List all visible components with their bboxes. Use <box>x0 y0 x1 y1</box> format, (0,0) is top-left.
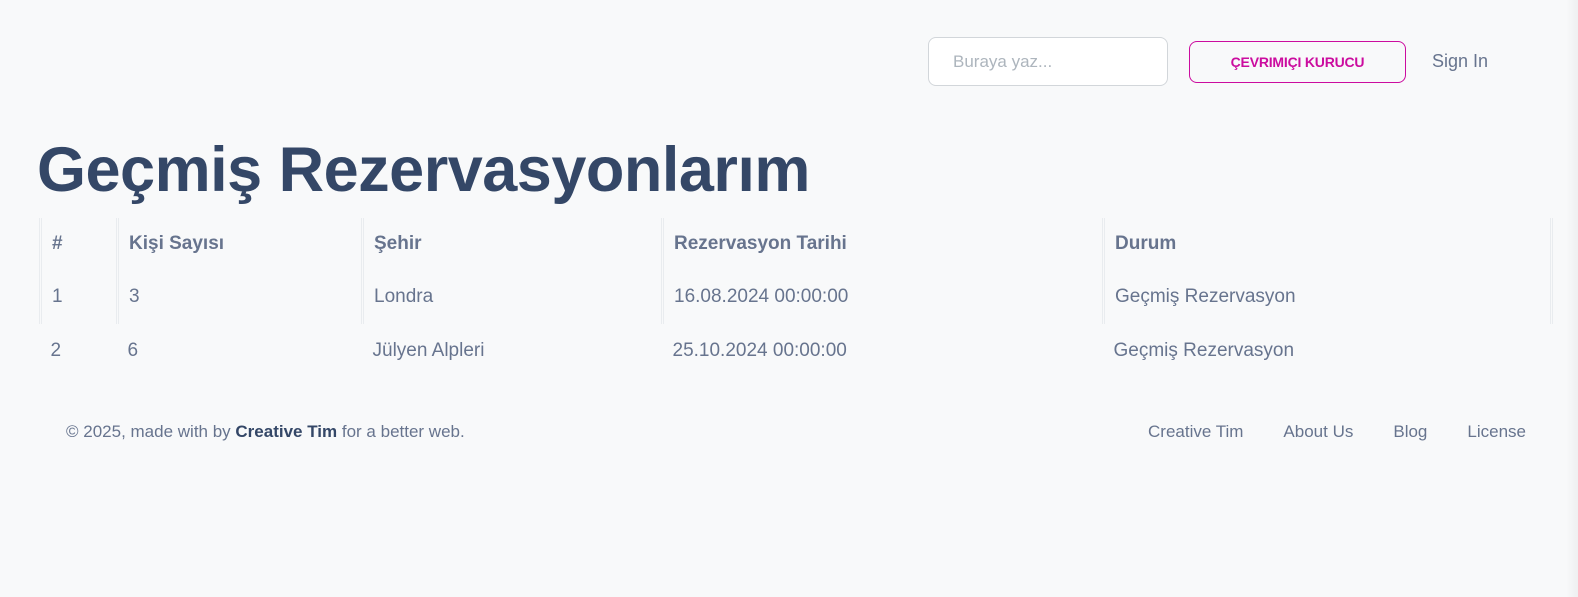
header-kisi-sayisi: Kişi Sayısı <box>116 218 363 270</box>
reservations-table-container: # Kişi Sayısı Şehir Rezervasyon Tarihi D… <box>39 218 1553 378</box>
cell-sehir: Londra <box>361 270 663 324</box>
footer-link-blog[interactable]: Blog <box>1393 422 1427 442</box>
cell-durum: Geçmiş Rezervasyon <box>1113 340 1295 361</box>
table-row: 1 3 Londra 16.08.2024 00:00:00 Geçmiş Re… <box>39 270 1553 324</box>
cell-rezervasyon-tarihi: 25.10.2024 00:00:00 <box>672 340 847 361</box>
footer-link-creative-tim[interactable]: Creative Tim <box>1148 422 1243 442</box>
cell-index: 2 <box>50 340 62 361</box>
header-index: # <box>39 218 118 270</box>
reservations-table: # Kişi Sayısı Şehir Rezervasyon Tarihi D… <box>39 218 1553 378</box>
header-sehir: Şehir <box>361 218 663 270</box>
table-row: 2 6 Jülyen Alpleri 25.10.2024 00:00:00 G… <box>41 324 1552 378</box>
sign-in-link[interactable]: Sign In <box>1432 51 1488 72</box>
copyright: © 2025, made with by Creative Tim for a … <box>66 422 465 442</box>
copyright-prefix: © 2025, made with by <box>66 422 231 441</box>
cell-sehir: Jülyen Alpleri <box>372 340 485 361</box>
footer-link-license[interactable]: License <box>1467 422 1526 442</box>
top-navbar: ÇEVRIMIÇI KURUCU Sign In <box>928 37 1488 86</box>
header-rezervasyon-tarihi: Rezervasyon Tarihi <box>661 218 1104 270</box>
table-header-row: # Kişi Sayısı Şehir Rezervasyon Tarihi D… <box>39 218 1553 270</box>
cell-kisi-sayisi: 6 <box>127 340 139 361</box>
search-input[interactable] <box>928 37 1168 86</box>
page-edge-shadow <box>1566 0 1578 597</box>
cell-durum: Geçmiş Rezervasyon <box>1102 270 1553 324</box>
cell-rezervasyon-tarihi: 16.08.2024 00:00:00 <box>661 270 1104 324</box>
footer: © 2025, made with by Creative Tim for a … <box>66 422 1526 442</box>
page-title: Geçmiş Rezervasyonlarım <box>37 135 810 205</box>
cell-kisi-sayisi: 3 <box>116 270 363 324</box>
copyright-suffix: for a better web. <box>341 422 465 441</box>
header-durum: Durum <box>1102 218 1553 270</box>
online-builder-button[interactable]: ÇEVRIMIÇI KURUCU <box>1189 40 1406 83</box>
footer-link-about-us[interactable]: About Us <box>1283 422 1353 442</box>
footer-links: Creative Tim About Us Blog License <box>1148 422 1526 442</box>
cell-index: 1 <box>39 270 118 324</box>
copyright-brand-link[interactable]: Creative Tim <box>235 422 337 441</box>
